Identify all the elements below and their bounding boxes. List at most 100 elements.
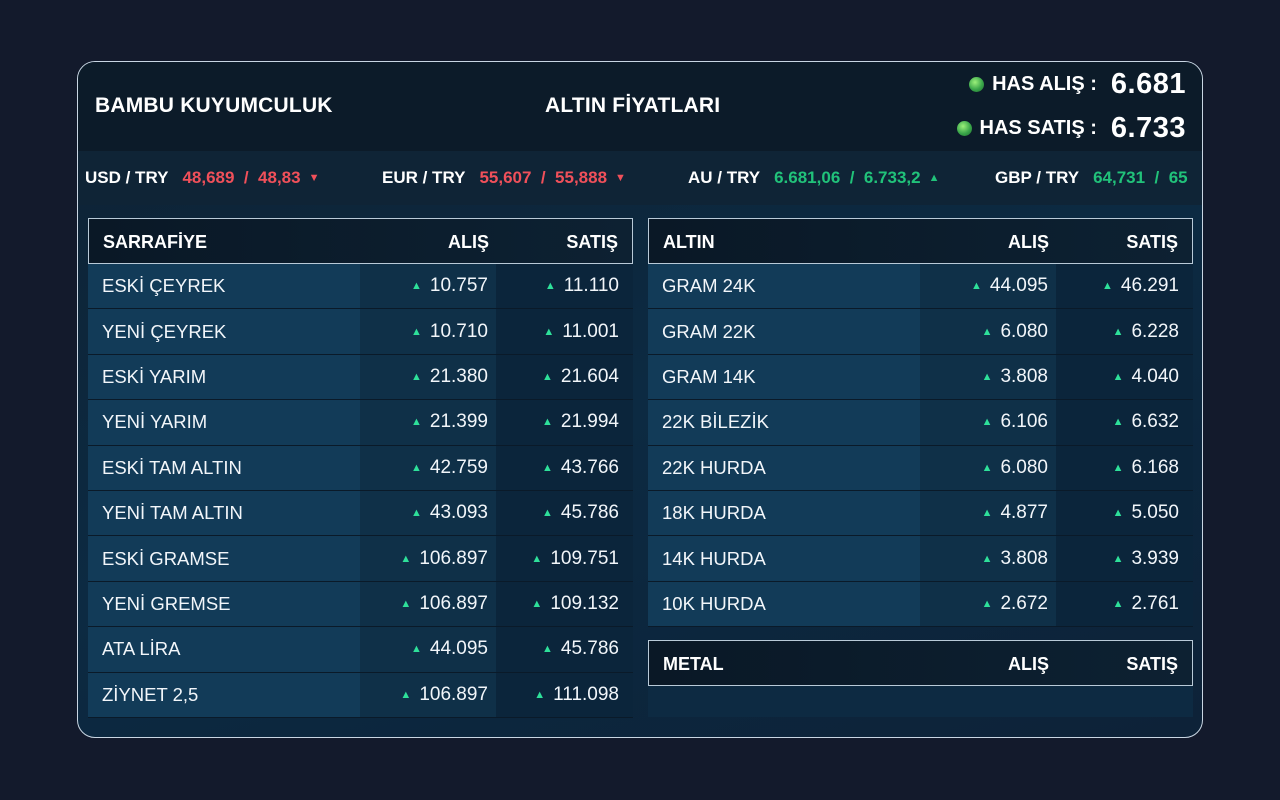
triangle-up-icon: ▲ [544,280,556,293]
triangle-up-icon: ▲ [541,507,553,520]
triangle-up-icon: ▲ [1112,461,1124,474]
column-satis: SATIŞ [1126,654,1178,674]
table-row: YENİ YARIM ▲ 21.399 ▲ 21.994 [88,400,633,446]
item-name: ESKİ ÇEYREK [88,264,360,309]
item-name: YENİ YARIM [88,400,360,445]
table-row: YENİ ÇEYREK ▲ 10.710 ▲ 11.001 [88,309,633,355]
satis-value: 43.766 [560,456,619,478]
alis-price: ▲ 106.897 [360,581,496,627]
satis-price: ▲ 11.110 [496,264,633,309]
triangle-up-icon: ▲ [981,552,993,565]
triangle-up-icon: ▲ [970,280,982,293]
satis-value: 6.228 [1131,320,1179,342]
alis-value: 4.877 [1000,502,1048,524]
ticker-pair: GBP / TRY [995,168,1080,187]
table-row: 18K HURDA ▲ 4.877 ▲ 5.050 [648,490,1193,537]
satis-price: ▲ 6.632 [1056,400,1193,445]
alis-value: 21.399 [429,411,488,433]
triangle-up-icon: ▲ [981,416,993,429]
item-name: YENİ TAM ALTIN [88,490,360,536]
triangle-up-icon: ▲ [543,325,555,338]
satis-price: ▲ 21.994 [496,400,633,445]
triangle-up-icon: ▲ [410,643,422,656]
satis-value: 21.994 [560,411,619,433]
item-name: YENİ GREMSE [88,581,360,627]
has-satis-label: HAS SATIŞ : [979,116,1097,139]
triangle-up-icon: ▲ [531,552,543,565]
item-name: 14K HURDA [648,536,920,581]
satis-price: ▲ 5.050 [1056,490,1193,536]
alis-price: ▲ 44.095 [920,264,1056,309]
alis-price: ▲ 43.093 [360,490,496,536]
triangle-up-icon: ▲ [981,461,993,474]
alis-price: ▲ 6.106 [920,400,1056,445]
ticker-pair: AU / TRY [688,168,761,187]
column-satis: SATIŞ [566,232,618,252]
satis-value: 4.040 [1131,365,1179,387]
table-row: 22K HURDA ▲ 6.080 ▲ 6.168 [648,445,1193,491]
table-row: ZİYNET 2,5 ▲ 106.897 ▲ 111.098 [88,672,633,718]
table-row: 14K HURDA ▲ 3.808 ▲ 3.939 [648,536,1193,582]
triangle-up-icon: ▲ [541,461,553,474]
triangle-up-icon: ▲ [1112,325,1124,338]
item-name: 10K HURDA [648,581,920,627]
alis-price: ▲ 4.877 [920,490,1056,536]
alis-price: ▲ 106.897 [360,536,496,581]
alis-value: 6.080 [1000,320,1048,342]
table-row: ESKİ ÇEYREK ▲ 10.757 ▲ 11.110 [88,264,633,310]
table-row: GRAM 24K ▲ 44.095 ▲ 46.291 [648,264,1193,310]
alis-value: 10.757 [429,275,488,297]
alis-price: ▲ 44.095 [360,627,496,672]
satis-price: ▲ 45.786 [496,627,633,672]
triangle-up-icon: ▲ [541,643,553,656]
header: BAMBU KUYUMCULUK ALTIN FİYATLARI HAS ALI… [78,62,1202,151]
triangle-up-icon: ▲ [400,552,412,565]
alis-price: ▲ 10.757 [360,264,496,309]
ticker-item-au: AU / TRY 6.681,06 / 6.733,2 ▲ [688,151,940,205]
satis-value: 111.098 [553,683,619,705]
ticker-values: 64,731 / 65 [1093,168,1188,187]
triangle-up-icon: ▲ [981,370,993,383]
triangle-up-icon: ▲ [928,172,940,184]
column-alis: ALIŞ [447,232,489,252]
table-row: GRAM 22K ▲ 6.080 ▲ 6.228 [648,309,1193,355]
satis-value: 46.291 [1120,275,1179,297]
satis-price: ▲ 6.228 [1056,309,1193,354]
satis-price: ▲ 109.132 [496,581,633,627]
table-row: ATA LİRA ▲ 44.095 ▲ 45.786 [88,627,633,673]
alis-value: 10.710 [429,320,488,342]
column-alis: ALIŞ [1007,654,1049,674]
satis-value: 11.001 [562,320,619,342]
item-name: 18K HURDA [648,490,920,536]
triangle-up-icon: ▲ [1101,280,1113,293]
item-name: ESKİ TAM ALTIN [88,445,360,490]
alis-value: 106.897 [419,683,488,705]
table-row: YENİ GREMSE ▲ 106.897 ▲ 109.132 [88,581,633,628]
triangle-up-icon: ▲ [534,688,546,701]
sarrafiye-rows: ESKİ ÇEYREK ▲ 10.757 ▲ 11.110 YENİ ÇEYREK ▲ 10.… [88,264,633,718]
satis-value: 21.604 [560,365,619,387]
alis-value: 42.759 [429,456,488,478]
table-row: 10K HURDA ▲ 2.672 ▲ 2.761 [648,581,1193,628]
satis-value: 6.168 [1131,456,1179,478]
alis-value: 21.380 [429,365,488,387]
triangle-down-icon: ▼ [615,172,626,184]
satis-price: ▲ 45.786 [496,490,633,536]
satis-price: ▲ 111.098 [496,672,633,717]
triangle-up-icon: ▲ [410,461,422,474]
alis-price: ▲ 3.808 [920,536,1056,581]
triangle-up-icon: ▲ [400,688,412,701]
ticker-item-eur: EUR / TRY 55,607 / 55,888 ▼ [382,151,626,205]
price-board: BAMBU KUYUMCULUK ALTIN FİYATLARI HAS ALI… [77,61,1203,738]
alis-value: 106.897 [419,592,488,614]
altin-table: ALTIN ALIŞ SATIŞ GRAM 24K ▲ 44.095 ▲ 46.291 G… [648,218,1193,628]
item-name: ESKİ YARIM [88,354,360,400]
alis-value: 43.093 [429,502,488,524]
alis-value: 2.672 [1000,592,1048,614]
triangle-up-icon: ▲ [410,370,422,383]
sarrafiye-table: SARRAFİYE ALIŞ SATIŞ ESKİ ÇEYREK ▲ 10.757 ▲… [88,218,633,718]
item-name: 22K BİLEZİK [648,400,920,445]
triangle-down-icon: ▼ [308,172,320,184]
has-alis-value: 6.681 [1110,67,1186,100]
satis-price: ▲ 46.291 [1056,264,1193,309]
